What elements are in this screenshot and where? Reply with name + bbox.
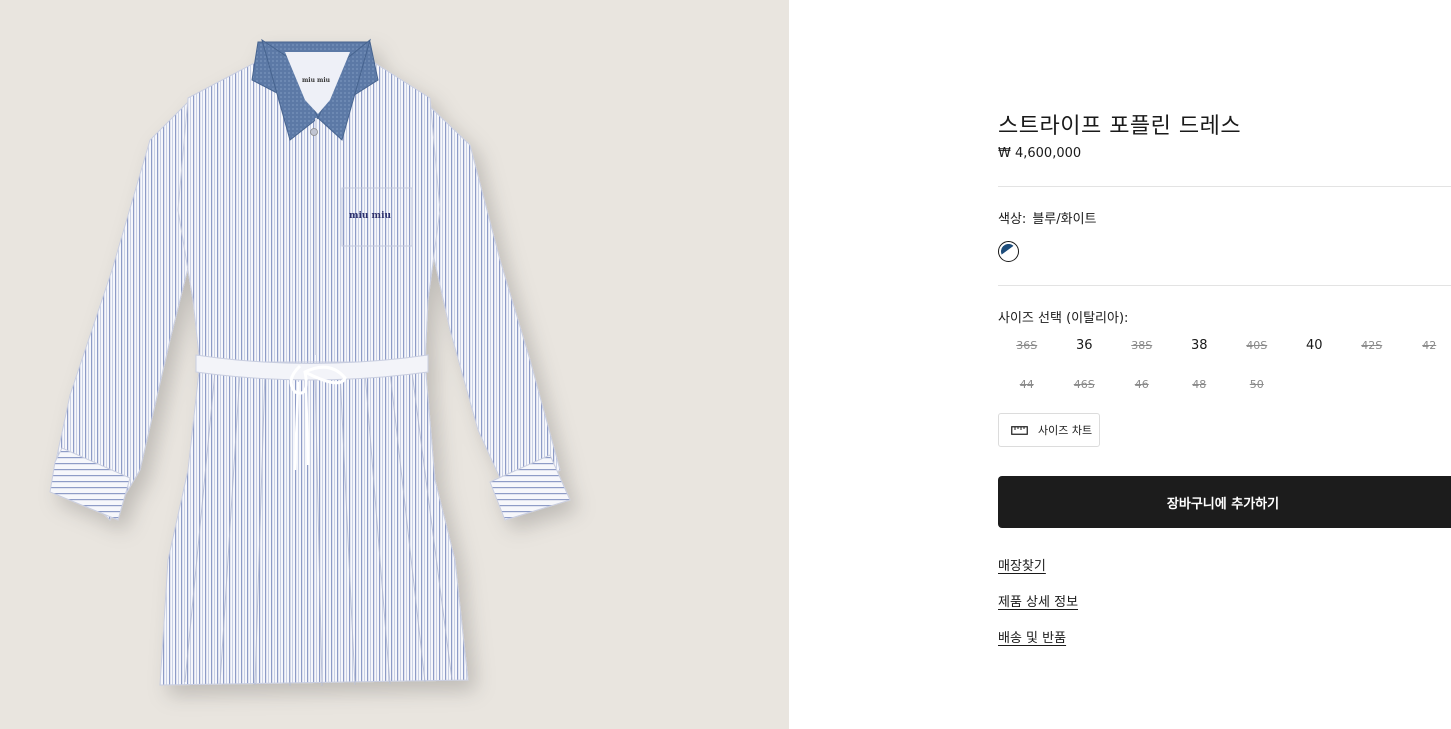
size-option[interactable]: 42S	[1343, 336, 1401, 356]
swatch-graphic	[1001, 244, 1016, 259]
size-option[interactable]: 44	[998, 375, 1056, 395]
color-label: 색상:	[998, 212, 1027, 227]
size-option[interactable]: 40S	[1228, 336, 1286, 356]
size-option[interactable]: 50	[1228, 375, 1286, 395]
size-option[interactable]: 46S	[1056, 375, 1114, 395]
collar-label: miu miu	[302, 77, 331, 84]
swatch-fill	[1001, 244, 1016, 259]
size-chart-label: 사이즈 차트	[1038, 424, 1093, 437]
shipping-returns-link[interactable]: 배송 및 반품	[998, 627, 1066, 646]
product-price: ₩ 4,600,000	[998, 146, 1082, 161]
ruler-icon	[1011, 425, 1028, 435]
product-image: miu miu miu miu	[49, 38, 571, 687]
size-chart-button[interactable]: 사이즈 차트	[998, 413, 1100, 447]
size-option[interactable]: 38S	[1113, 336, 1171, 356]
product-title: 스트라이프 포플린 드레스	[998, 114, 1242, 139]
divider	[998, 186, 1451, 187]
size-option[interactable]: 46	[1113, 375, 1171, 395]
size-option[interactable]: 42	[1401, 336, 1451, 356]
size-option[interactable]: 36S	[998, 336, 1056, 356]
divider	[998, 285, 1451, 286]
brand-logo: miu miu	[349, 211, 392, 221]
size-option[interactable]: 48	[1171, 375, 1229, 395]
color-row: 색상: 블루/화이트	[998, 208, 1097, 227]
product-image-panel: miu miu miu miu	[0, 0, 789, 729]
color-value: 블루/화이트	[1032, 212, 1097, 227]
size-label: 사이즈 선택 (이탈리아):	[998, 311, 1129, 326]
add-to-cart-button[interactable]: 장바구니에 추가하기	[998, 476, 1451, 528]
store-locator-link[interactable]: 매장찾기	[998, 555, 1046, 574]
size-option[interactable]: 38	[1171, 336, 1229, 356]
color-swatch-blue-white[interactable]	[998, 241, 1019, 262]
product-info: 스트라이프 포플린 드레스 ₩ 4,600,000 색상: 블루/화이트 사이즈 …	[998, 0, 1451, 729]
size-options: 36S 36 38S 38 40S 40 42S 42 44 46S 46 48 50	[998, 336, 1451, 395]
size-option[interactable]: 36	[1056, 336, 1114, 356]
size-option[interactable]: 40	[1286, 336, 1344, 356]
product-details-link[interactable]: 제품 상세 정보	[998, 591, 1078, 610]
